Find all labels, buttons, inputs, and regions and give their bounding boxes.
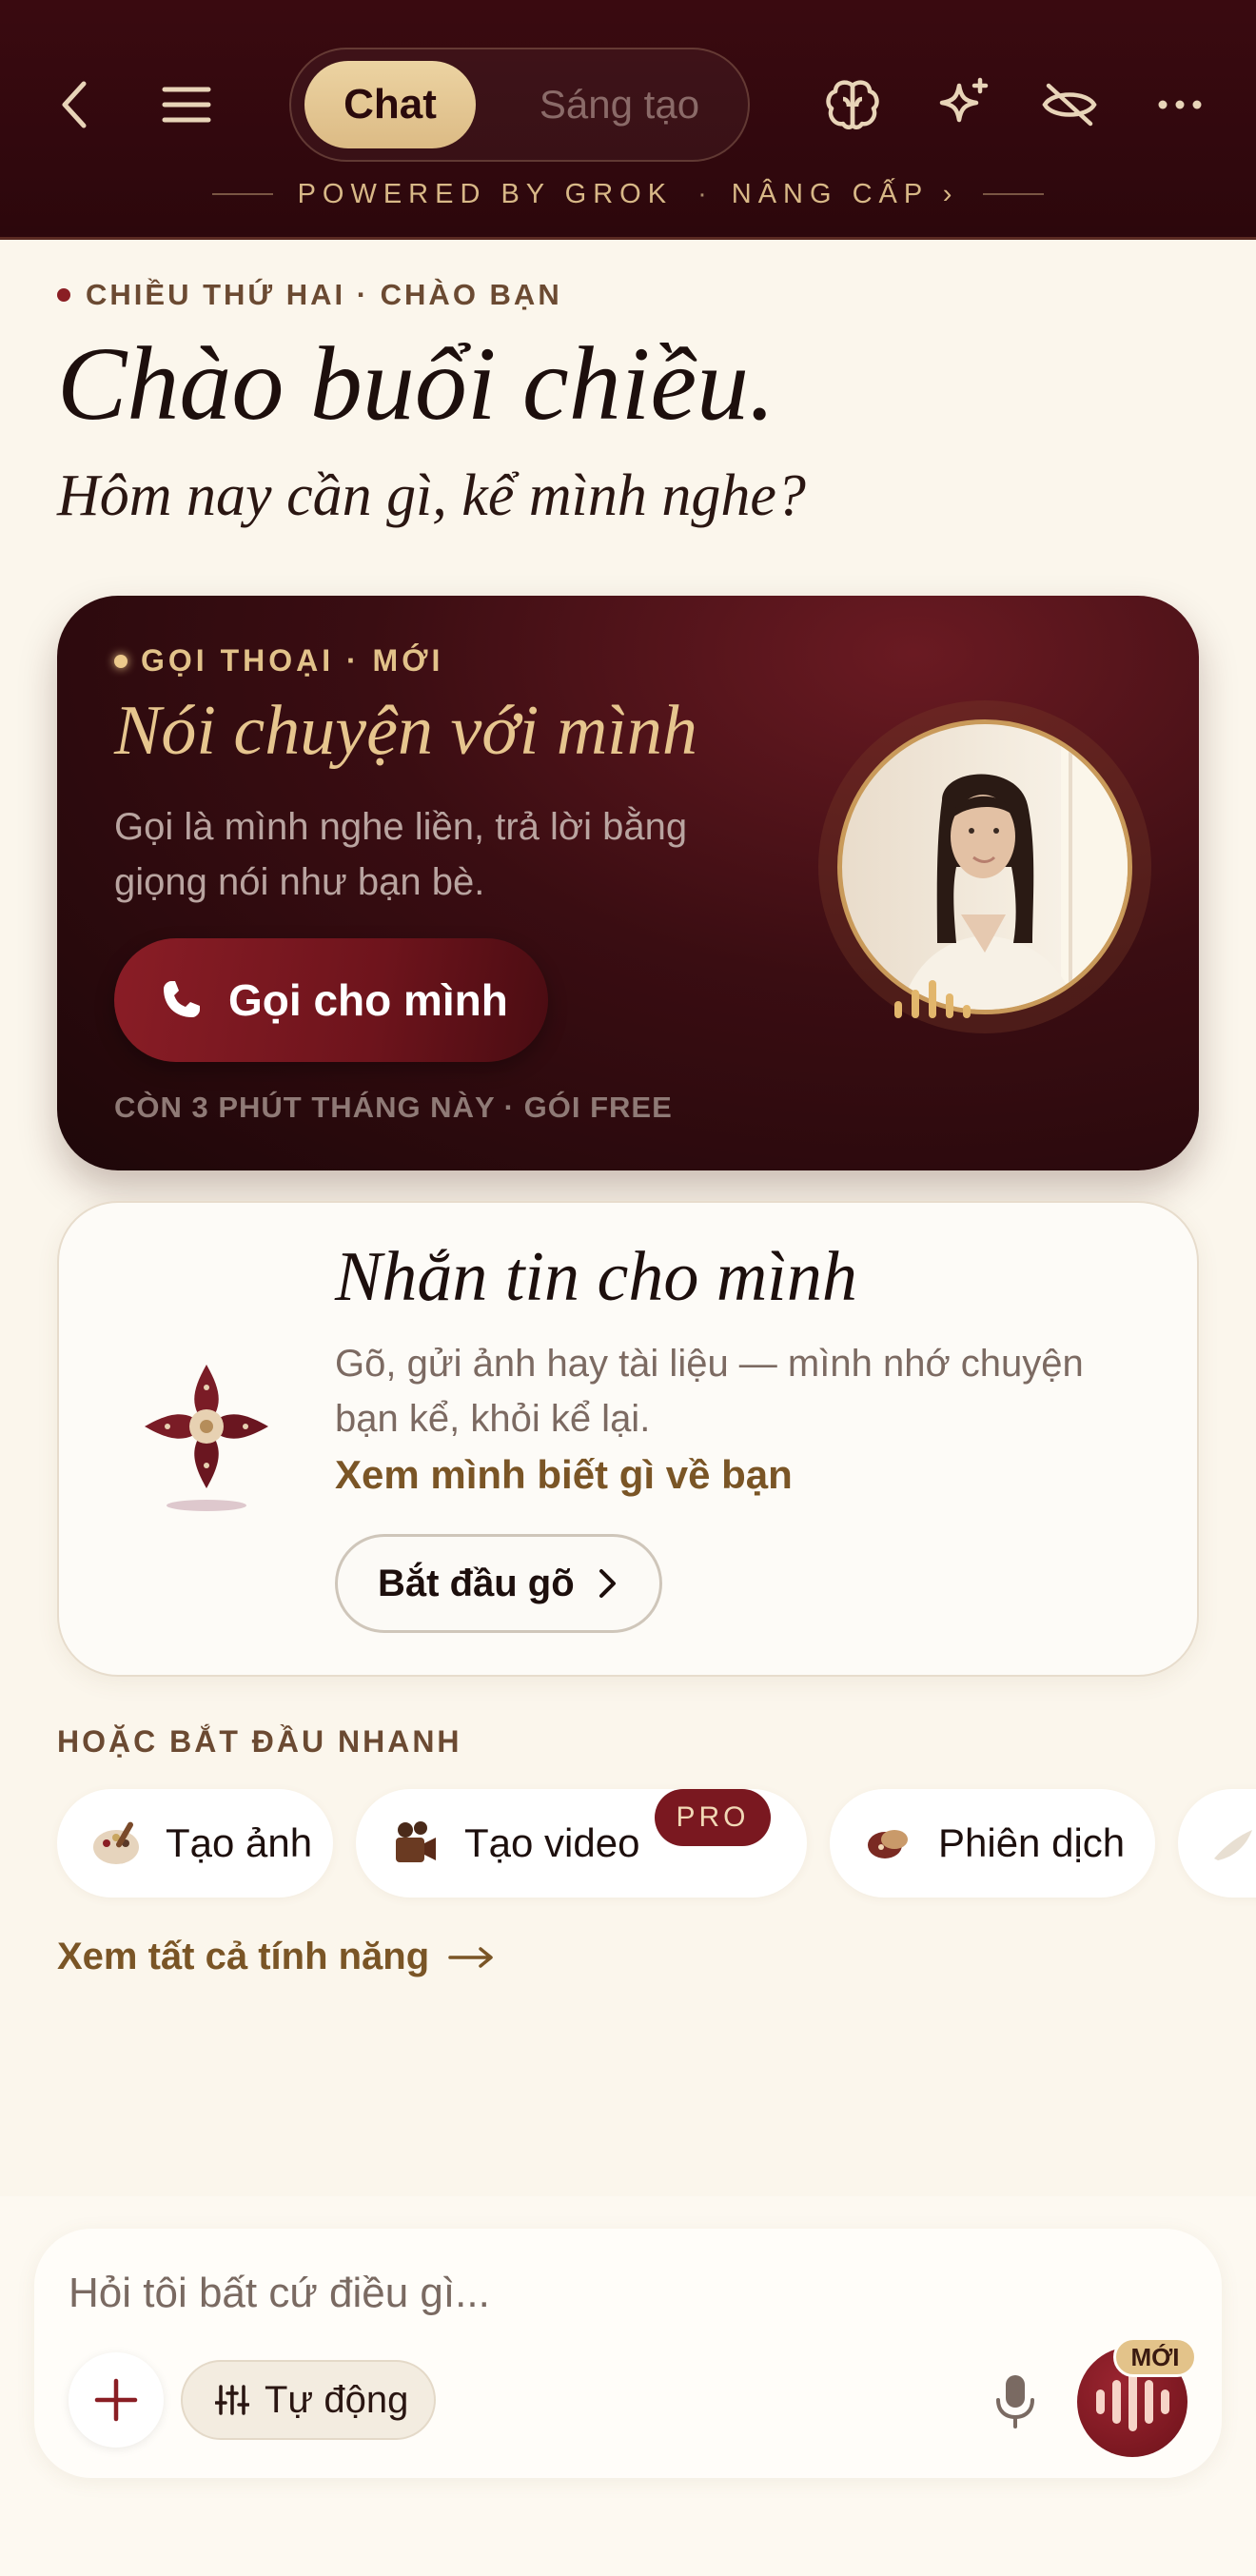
chip-more-partial[interactable] xyxy=(1178,1789,1256,1898)
see-all-features-link[interactable]: Xem tất cả tính năng xyxy=(57,1936,494,1978)
voice-bar xyxy=(1111,2380,1121,2424)
brain-icon[interactable] xyxy=(814,67,891,143)
memory-link[interactable]: Xem mình biết gì về bạn xyxy=(335,1452,793,1498)
call-eyebrow-text: GỌI THOẠI · MỚI xyxy=(141,643,444,678)
palette-icon xyxy=(89,1817,143,1870)
wave-bar xyxy=(912,990,919,1018)
arrow-right-icon xyxy=(448,1946,493,1968)
auto-mode-label: Tự động xyxy=(265,2378,409,2421)
wave-bar xyxy=(894,1001,902,1018)
quick-start-label: HOẶC BẮT ĐẦU NHANH xyxy=(57,1724,462,1759)
text-card-title: Nhắn tin cho mình xyxy=(335,1238,857,1316)
powered-by-text: POWERED BY GROK xyxy=(297,178,674,209)
chip-translate[interactable]: Phiên dịch xyxy=(830,1789,1155,1898)
phone-icon xyxy=(164,981,200,1017)
wave-bar xyxy=(946,993,953,1018)
start-typing-button[interactable]: Bắt đầu gõ xyxy=(335,1534,662,1633)
microphone-icon xyxy=(996,2375,1034,2429)
chevron-right-icon xyxy=(599,1569,616,1598)
back-icon[interactable] xyxy=(36,67,112,143)
call-button-label: Gọi cho mình xyxy=(228,975,508,1025)
voice-bar xyxy=(1128,2372,1137,2431)
plus-icon xyxy=(94,2378,138,2422)
divider-right xyxy=(983,193,1045,195)
text-card-description: Gõ, gửi ảnh hay tài liệu — mình nhớ chuy… xyxy=(335,1343,1084,1440)
call-description: Gọi là mình nghe liền, trả lời bằng giọn… xyxy=(114,806,688,903)
menu-icon[interactable] xyxy=(148,67,225,143)
tab-create[interactable]: Sáng tạo xyxy=(500,61,738,148)
powered-by-bar: POWERED BY GROK · NÂNG CẤP › xyxy=(0,171,1256,217)
greeting-eyebrow: CHIỀU THỨ HAI · CHÀO BẠN xyxy=(57,278,562,312)
call-title: Nói chuyện với mình xyxy=(114,692,697,770)
more-icon[interactable] xyxy=(1142,67,1218,143)
greeting-subtitle: Hôm nay cần gì, kể mình nghe? xyxy=(57,463,806,528)
see-all-label: Xem tất cả tính năng xyxy=(57,1936,430,1977)
chip-label: Tạo video xyxy=(464,1820,640,1865)
eyebrow-dot xyxy=(57,288,70,302)
pro-badge: PRO xyxy=(655,1789,771,1846)
wave-bar xyxy=(929,980,936,1018)
chat-input[interactable] xyxy=(69,2265,925,2322)
voice-bar xyxy=(1160,2389,1169,2414)
wave-bar xyxy=(963,1005,971,1018)
eyebrow-text: CHIỀU THỨ HAI · CHÀO BẠN xyxy=(86,278,562,311)
new-badge: MỚI xyxy=(1113,2337,1197,2377)
voice-call-card[interactable]: GỌI THOẠI · MỚI Nói chuyện với mình Gọi … xyxy=(57,596,1199,1170)
sliders-icon xyxy=(215,2385,249,2415)
call-quota: CÒN 3 PHÚT THÁNG NÀY · GÓI FREE xyxy=(114,1091,673,1124)
voice-wave-icon xyxy=(894,980,971,1018)
start-typing-label: Bắt đầu gõ xyxy=(378,1562,575,1604)
text-chat-card[interactable]: Nhắn tin cho mình Gõ, gửi ảnh hay tài li… xyxy=(57,1201,1199,1677)
call-eyebrow: GỌI THOẠI · MỚI xyxy=(114,643,443,678)
mode-switch: Chat Sáng tạo xyxy=(289,48,750,162)
separator-dot: · xyxy=(697,178,707,209)
top-header: Chat Sáng tạo POWERED BY GROK · NÂNG CẤP… xyxy=(0,0,1256,240)
greeting-title: Chào buổi chiều. xyxy=(57,325,775,442)
flower-ornament-icon xyxy=(145,1365,268,1511)
divider-left xyxy=(211,193,273,195)
call-button[interactable]: Gọi cho mình xyxy=(114,938,548,1062)
sparkle-icon[interactable] xyxy=(925,67,1001,143)
voice-bar xyxy=(1144,2380,1153,2424)
chip-create-image[interactable]: Tạo ảnh xyxy=(57,1789,333,1898)
chip-label: Tạo ảnh xyxy=(166,1820,313,1865)
hidden-eye-icon[interactable] xyxy=(1031,67,1108,143)
call-eyebrow-dot xyxy=(114,654,128,668)
microphone-button[interactable] xyxy=(980,2366,1050,2436)
feather-icon xyxy=(1207,1817,1256,1870)
add-attachment-button[interactable] xyxy=(69,2352,164,2448)
tab-chat[interactable]: Chat xyxy=(304,61,476,148)
upgrade-link[interactable]: NÂNG CẤP › xyxy=(732,179,959,210)
translate-icon xyxy=(862,1817,915,1870)
assistant-avatar xyxy=(837,719,1132,1014)
voice-bar xyxy=(1095,2389,1105,2414)
chip-label: Phiên dịch xyxy=(938,1820,1126,1865)
auto-mode-button[interactable]: Tự động xyxy=(181,2360,436,2440)
film-icon xyxy=(388,1817,442,1870)
